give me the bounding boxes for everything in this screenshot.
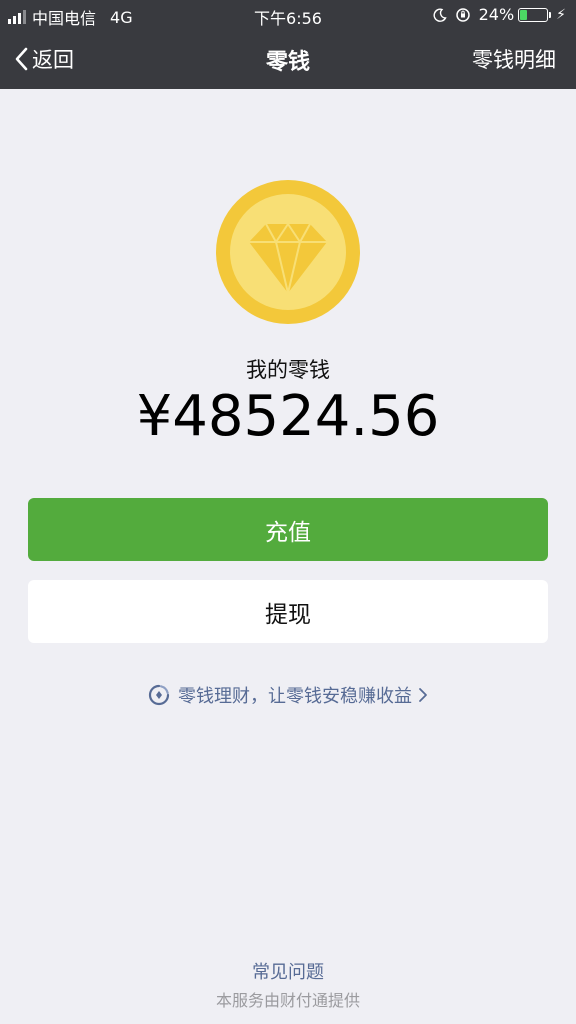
- faq-link[interactable]: 常见问题: [0, 958, 576, 984]
- navigation-bar: 返回 零钱 零钱明细: [0, 30, 576, 89]
- moon-icon: [433, 8, 447, 22]
- recharge-button[interactable]: 充值: [28, 498, 548, 561]
- balance-details-link[interactable]: 零钱明细: [472, 44, 556, 74]
- wallet-label: 我的零钱: [246, 358, 330, 382]
- charging-bolt-icon: ⚡: [556, 6, 566, 23]
- diamond-coin-icon: [216, 180, 360, 328]
- battery-percent: 24%: [478, 5, 515, 24]
- wealth-promo-link[interactable]: 零钱理财，让零钱安稳赚收益: [0, 682, 576, 708]
- orientation-lock-icon: [455, 7, 471, 23]
- wealth-icon: [148, 684, 170, 706]
- status-right: 24% ⚡: [433, 5, 566, 24]
- service-provider-text: 本服务由财付通提供: [215, 991, 360, 1010]
- balance-amount: ¥48524.56: [136, 384, 440, 449]
- status-bar: 中国电信 4G 下午6:56 24% ⚡: [0, 0, 576, 30]
- chevron-right-icon: [418, 687, 428, 703]
- battery-icon: [518, 7, 552, 22]
- withdraw-button[interactable]: 提现: [28, 580, 548, 643]
- promo-text: 零钱理财，让零钱安稳赚收益: [178, 686, 412, 707]
- top-bar: 中国电信 4G 下午6:56 24% ⚡ 返回 零钱 零钱明细: [0, 0, 576, 89]
